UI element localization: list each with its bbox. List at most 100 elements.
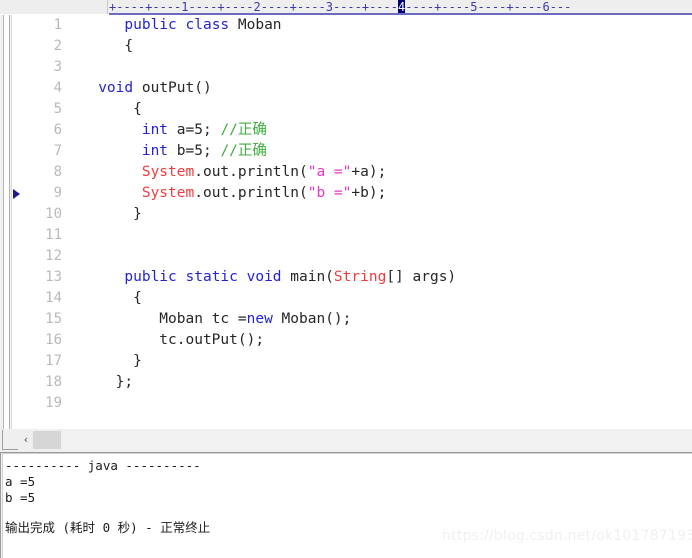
column-ruler: +----+----1----+----2----+----3----+----… xyxy=(0,0,692,15)
code-token-kw: new xyxy=(246,311,273,327)
line-number: 6 xyxy=(53,122,62,138)
code-line[interactable]: void outPut() xyxy=(72,78,692,99)
line-number: 2 xyxy=(53,38,62,54)
code-token-pln xyxy=(72,164,142,180)
code-token-pln: Moban xyxy=(237,17,282,33)
breakpoint-gutter[interactable] xyxy=(12,15,24,429)
line-number: 19 xyxy=(45,395,62,411)
line-number: 10 xyxy=(45,206,62,222)
code-line[interactable]: } xyxy=(72,351,692,372)
code-token-pln: .out.println( xyxy=(194,185,308,201)
code-token-pln: { xyxy=(72,38,134,54)
line-number: 12 xyxy=(45,248,62,264)
csdn-watermark: https://blog.csdn.net/ok1017871939 xyxy=(442,528,692,544)
code-token-pln: outPut() xyxy=(133,80,212,96)
code-token-pln: }; xyxy=(72,374,134,390)
code-token-pln: { xyxy=(72,101,142,117)
line-number: 16 xyxy=(45,332,62,348)
code-line[interactable]: public static void main(String[] args) xyxy=(72,267,692,288)
code-token-pln xyxy=(72,80,98,96)
code-editor-pane[interactable]: 1 2 3 4 5 6 7 8 9 10 11 12 13 14 15 16 17 18 19 public cla… xyxy=(0,15,692,429)
code-token-pln xyxy=(72,269,124,285)
console-line: b =5 xyxy=(5,490,36,505)
code-token-pln: Moban(); xyxy=(272,311,352,327)
code-token-kw: public class xyxy=(124,17,238,33)
code-token-pln: [] args) xyxy=(386,269,457,285)
ruler-scale[interactable]: +----+----1----+----2----+----3----+----… xyxy=(109,0,692,14)
line-number: 14 xyxy=(45,290,62,306)
code-line[interactable]: System.out.println("a ="+a); xyxy=(72,162,692,183)
code-token-kw: int xyxy=(141,143,169,159)
code-line[interactable]: public class Moban xyxy=(72,15,692,36)
line-number: 4 xyxy=(53,80,62,96)
line-number: 13 xyxy=(45,269,62,285)
ruler-segment: +----+----1----+----2----+----3----+---- xyxy=(109,0,398,14)
console-line: ---------- java ---------- xyxy=(5,458,201,473)
code-token-pln xyxy=(72,17,124,33)
line-number: 7 xyxy=(53,143,62,159)
code-token-pln: .out.println( xyxy=(194,164,308,180)
editor-frame-outer xyxy=(0,15,4,429)
console-output-text: ---------- java ---------- a =5 b =5 输出完成 … xyxy=(5,458,685,536)
code-line[interactable]: int b=5; //正确 xyxy=(72,141,692,162)
code-token-pln xyxy=(72,185,142,201)
code-line[interactable]: { xyxy=(72,99,692,120)
code-line[interactable]: }; xyxy=(72,372,692,393)
scrollbar-corner xyxy=(2,430,18,450)
line-number: 1 xyxy=(53,17,62,33)
line-number: 3 xyxy=(53,59,62,75)
code-token-typ: System xyxy=(141,164,195,180)
code-text-area[interactable]: public class Moban { void outPut() { int… xyxy=(72,15,692,429)
code-line[interactable]: { xyxy=(72,36,692,57)
line-number: 15 xyxy=(45,311,62,327)
code-token-pln: b=5; xyxy=(168,143,221,159)
code-line[interactable] xyxy=(72,246,692,267)
code-token-pln: } xyxy=(72,206,142,222)
line-number: 9 xyxy=(53,185,62,201)
ruler-gutter-pad xyxy=(0,0,108,14)
code-line[interactable]: } xyxy=(72,204,692,225)
line-number: 8 xyxy=(53,164,62,180)
code-line[interactable]: System.out.println("b ="+b); xyxy=(72,183,692,204)
code-token-pln xyxy=(72,122,142,138)
code-token-kw: public static void xyxy=(124,269,282,285)
line-number: 5 xyxy=(53,101,62,117)
code-line[interactable]: Moban tc =new Moban(); xyxy=(72,309,692,330)
code-token-typ: String xyxy=(333,269,387,285)
code-token-kw: void xyxy=(98,80,134,96)
code-token-pln: { xyxy=(72,290,142,306)
console-frame-left xyxy=(0,453,3,558)
line-number-gutter: 1 2 3 4 5 6 7 8 9 10 11 12 13 14 15 16 17 18 19 xyxy=(24,15,64,429)
scrollbar-track[interactable] xyxy=(33,431,692,449)
code-token-kw: int xyxy=(141,122,169,138)
scroll-left-arrow-icon[interactable]: ‹ xyxy=(19,431,33,449)
console-line: a =5 xyxy=(5,474,36,489)
code-token-cmt: //正确 xyxy=(220,143,267,159)
code-token-pln: a=5; xyxy=(168,122,221,138)
line-number: 17 xyxy=(45,353,62,369)
editor-horizontal-scrollbar[interactable]: ‹ xyxy=(0,429,692,453)
code-line[interactable] xyxy=(72,393,692,414)
code-token-pln: +a); xyxy=(351,164,387,180)
scrollbar-thumb[interactable] xyxy=(33,431,61,449)
code-line[interactable]: tc.outPut(); xyxy=(72,330,692,351)
code-token-pln: } xyxy=(72,353,142,369)
ruler-segment: ----+----5----+----6--- xyxy=(405,0,572,14)
current-line-marker-icon[interactable] xyxy=(13,189,20,199)
code-line[interactable] xyxy=(72,225,692,246)
code-token-typ: System xyxy=(141,185,195,201)
line-number: 11 xyxy=(45,227,62,243)
code-line[interactable]: { xyxy=(72,288,692,309)
console-top-rule xyxy=(0,453,692,454)
code-line[interactable] xyxy=(72,57,692,78)
code-token-pln xyxy=(72,143,142,159)
code-token-pln: +b); xyxy=(351,185,387,201)
code-token-pln: tc.outPut(); xyxy=(72,332,265,348)
code-token-pln: Moban tc = xyxy=(72,311,247,327)
code-token-pln: main( xyxy=(281,269,334,285)
code-token-cmt: //正确 xyxy=(220,122,267,138)
code-token-str: "a =" xyxy=(307,164,352,180)
code-line[interactable]: int a=5; //正确 xyxy=(72,120,692,141)
line-number: 18 xyxy=(45,374,62,390)
